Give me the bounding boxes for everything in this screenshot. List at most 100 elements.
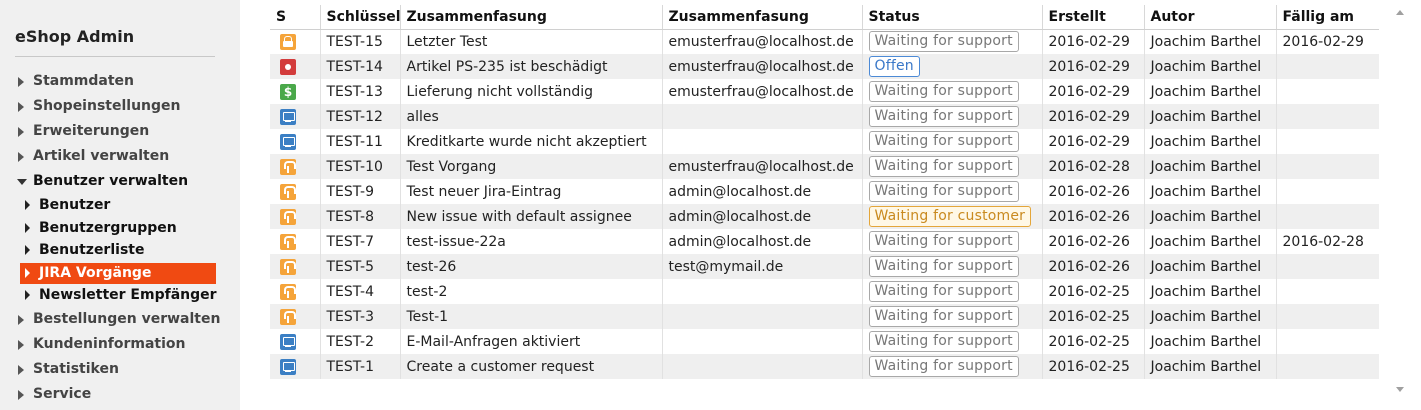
created-date: 2016-02-29 [1042,104,1145,129]
issue-summary: E-Mail-Anfragen aktiviert [400,329,663,354]
author-name: Joachim Barthel [1144,279,1277,304]
sidebar: eShop Admin Stammdaten Shopeinstellungen E… [0,0,240,410]
author-name: Joachim Barthel [1144,204,1277,229]
issue-key: TEST-12 [320,104,401,129]
sidebar-item-erweiterungen[interactable]: Erweiterungen [0,119,240,144]
sidebar-subitem-label: Benutzer [39,197,111,213]
monitor-icon [280,358,296,375]
table-row[interactable]: TEST-10 Test Vorgang emusterfrau@localhost… [270,154,1379,179]
monitor-icon [280,333,296,350]
caret-right-icon [18,389,24,400]
table-row[interactable]: TEST-4 test-2 Waiting for support 2016-02-2… [270,279,1379,304]
sidebar-subitem-jira-vorgaenge[interactable]: JIRA Vorgänge [0,262,240,285]
app-root: eShop Admin Stammdaten Shopeinstellungen E… [0,0,1421,410]
due-date [1276,254,1379,279]
sidebar-subitem-newsletter-empfaenger[interactable]: Newsletter Empfänger [0,284,240,307]
created-date: 2016-02-25 [1042,329,1145,354]
table-row[interactable]: TEST-5 test-26 test@mymail.de Waiting for s… [270,254,1379,279]
created-date: 2016-02-26 [1042,179,1145,204]
reporter-email [662,354,863,379]
scroll-up-arrow-icon[interactable] [1396,10,1404,15]
due-date [1276,179,1379,204]
issues-table: S Schlüssel Zusammenfasung Zusammenfasung St… [270,5,1379,379]
column-header-schluessel-1[interactable]: Schlüssel [320,5,401,30]
status-cell: Waiting for support [862,179,1043,204]
column-header-autor-6[interactable]: Autor [1144,5,1277,30]
caret-right-icon [25,222,30,233]
issue-type-cell [270,254,321,279]
reporter-email: emusterfrau@localhost.de [662,54,863,79]
table-row[interactable]: TEST-15 Letzter Test emusterfrau@localhost… [270,29,1379,54]
sidebar-subitem-benutzergruppen[interactable]: Benutzergruppen [0,217,240,240]
sidebar-subitem-label: Newsletter Empfänger [39,287,217,303]
due-date [1276,354,1379,379]
caret-right-icon [25,267,30,278]
sidebar-subitem-label: Benutzergruppen [39,219,177,236]
table-row[interactable]: TEST-7 test-issue-22a admin@localhost.de Wa… [270,229,1379,254]
sidebar-item-label: Bestellungen verwalten [33,310,221,327]
sidebar-subitem-benutzer[interactable]: Benutzer [0,194,240,217]
author-name: Joachim Barthel [1144,304,1277,329]
column-header-status-4[interactable]: Status [862,5,1043,30]
created-date: 2016-02-26 [1042,254,1145,279]
sidebar-item-artikel-verwalten[interactable]: Artikel verwalten [0,144,240,169]
sidebar-item-bestellungen-verwalten[interactable]: Bestellungen verwalten [0,307,240,332]
caret-right-icon [18,102,24,112]
reporter-email [662,104,863,129]
table-row[interactable]: TEST-8 New issue with default assignee adm… [270,204,1379,229]
status-badge: Waiting for support [868,331,1019,352]
issue-key: TEST-10 [320,154,401,179]
column-header-s-0[interactable]: S [270,5,321,30]
table-row[interactable]: $ TEST-13 Lieferung nicht vollständig emust… [270,79,1379,104]
reporter-email: emusterfrau@localhost.de [662,154,863,179]
issue-summary: Lieferung nicht vollständig [400,79,663,104]
table-row[interactable]: TEST-1 Create a customer request Waiting f… [270,354,1379,379]
sidebar-item-kundeninformation[interactable]: Kundeninformation [0,332,240,357]
caret-right-icon [18,127,24,137]
sidebar-subitem-benutzerliste[interactable]: Benutzerliste [0,239,240,262]
vertical-scrollbar[interactable] [1392,5,1408,405]
table-row[interactable]: TEST-12 alles Waiting for support 2016-02-2… [270,104,1379,129]
table-row[interactable]: TEST-9 Test neuer Jira-Eintrag admin@local… [270,179,1379,204]
reporter-email [662,304,863,329]
issue-type-cell [270,54,321,79]
reporter-email [662,129,863,154]
column-header-erstellt-5[interactable]: Erstellt [1042,5,1145,30]
issue-summary: Create a customer request [400,354,663,379]
sidebar-item-label: Stammdaten [33,73,135,89]
column-header-zusammenfasung-3[interactable]: Zusammenfasung [662,5,863,30]
column-header-zusammenfasung-2[interactable]: Zusammenfasung [400,5,663,30]
table-row[interactable]: TEST-11 Kreditkarte wurde nicht akzeptier… [270,129,1379,154]
issue-type-cell [270,129,321,154]
sidebar-subitem-label: JIRA Vorgänge [39,264,152,281]
sidebar-item-shopeinstellungen[interactable]: Shopeinstellungen [0,94,240,119]
issue-key: TEST-3 [320,304,401,329]
issue-type-cell [270,204,321,229]
sidebar-item-stammdaten[interactable]: Stammdaten [0,69,240,94]
issue-key: TEST-1 [320,354,401,379]
author-name: Joachim Barthel [1144,254,1277,279]
status-cell: Waiting for support [862,279,1043,304]
reporter-email [662,279,863,304]
status-badge: Waiting for support [868,31,1019,53]
title-divider [15,56,215,57]
created-date: 2016-02-26 [1042,229,1145,254]
status-cell: Waiting for support [862,29,1043,54]
sidebar-item-benutzer-verwalten[interactable]: Benutzer verwalten [0,169,240,194]
due-date [1276,129,1379,154]
created-date: 2016-02-26 [1042,204,1145,229]
monitor-icon [280,108,296,125]
issue-key: TEST-5 [320,254,401,279]
table-row[interactable]: TEST-3 Test-1 Waiting for support 2016-02-2… [270,304,1379,329]
sidebar-item-service[interactable]: Service [0,382,240,407]
sidebar-item-statistiken[interactable]: Statistiken [0,357,240,382]
status-badge: Waiting for support [868,131,1019,152]
table-header: S Schlüssel Zusammenfasung Zusammenfasung St… [270,5,1379,30]
column-header-faellig-am-7[interactable]: Fällig am [1276,5,1379,30]
scroll-down-arrow-icon[interactable] [1396,387,1404,392]
reporter-email: emusterfrau@localhost.de [662,79,863,104]
due-date [1276,54,1379,79]
table-row[interactable]: TEST-2 E-Mail-Anfragen aktiviert Waiting f… [270,329,1379,354]
caret-right-icon [18,339,24,350]
table-row[interactable]: TEST-14 Artikel PS-235 ist beschädigt emus… [270,54,1379,79]
